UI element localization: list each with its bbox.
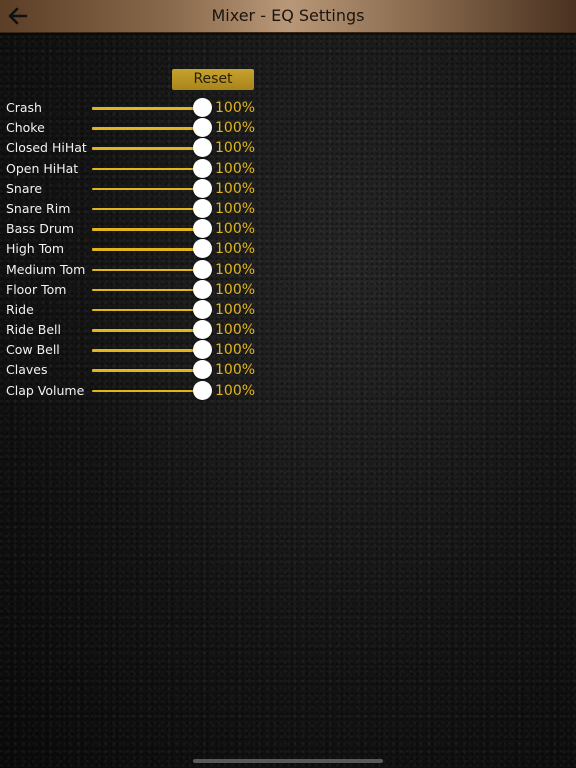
slider-thumb[interactable] <box>192 340 212 360</box>
channel-label: High Tom <box>6 241 65 257</box>
mixer-row-snare-rim: Snare Rim 100% <box>0 198 576 219</box>
mixer-row-closed-hihat: Closed HiHat 100% <box>0 138 576 158</box>
channel-label: Snare <box>6 180 43 196</box>
slider-track <box>92 369 202 372</box>
channel-label: Floor Tom <box>6 281 67 297</box>
channel-label: Snare Rim <box>6 200 71 216</box>
volume-value: 100% <box>215 362 256 379</box>
slider-thumb[interactable] <box>192 198 212 218</box>
volume-value: 100% <box>215 281 256 298</box>
channel-label: Open HiHat <box>6 160 79 176</box>
volume-slider-high-tom[interactable] <box>92 239 212 259</box>
volume-slider-clap-volume[interactable] <box>92 380 212 401</box>
volume-slider-snare-rim[interactable] <box>92 198 212 219</box>
volume-slider-floor-tom[interactable] <box>92 279 212 300</box>
volume-slider-snare[interactable] <box>92 178 212 199</box>
channel-label: Crash <box>6 100 42 115</box>
channel-label: Ride <box>6 301 34 317</box>
mixer-row-floor-tom: Floor Tom 100% <box>0 279 576 300</box>
slider-thumb[interactable] <box>192 320 212 340</box>
mixer-row-ride-bell: Ride Bell 100% <box>0 320 576 340</box>
volume-value: 100% <box>215 342 256 359</box>
channel-label: Cow Bell <box>6 342 60 358</box>
volume-slider-choke[interactable] <box>92 118 212 138</box>
slider-track <box>92 147 202 150</box>
channel-label: Clap Volume <box>6 382 85 398</box>
slider-track <box>92 308 202 312</box>
slider-track <box>92 187 202 191</box>
volume-value: 100% <box>215 221 256 238</box>
volume-value: 100% <box>215 241 256 258</box>
volume-slider-bass-drum[interactable] <box>92 219 212 239</box>
channel-label: Medium Tom <box>6 261 86 277</box>
slider-track <box>92 349 202 352</box>
volume-slider-medium-tom[interactable] <box>92 259 212 280</box>
mixer-row-open-hihat: Open HiHat 100% <box>0 158 576 179</box>
slider-track <box>92 268 202 271</box>
mixer-row-cow-bell: Cow Bell 100% <box>0 340 576 360</box>
slider-thumb[interactable] <box>192 259 212 279</box>
slider-thumb[interactable] <box>192 360 212 380</box>
page-title: Mixer - EQ Settings <box>211 6 365 25</box>
volume-slider-cow-bell[interactable] <box>92 340 212 360</box>
volume-value: 100% <box>215 140 256 157</box>
slider-thumb[interactable] <box>192 279 212 299</box>
back-button[interactable] <box>4 2 32 30</box>
mixer-row-ride: Ride 100% <box>0 299 576 320</box>
channel-label: Closed HiHat <box>6 140 87 156</box>
slider-thumb[interactable] <box>192 178 212 198</box>
volume-slider-open-hihat[interactable] <box>92 158 212 179</box>
volume-value: 100% <box>215 301 256 318</box>
slider-track <box>92 127 202 130</box>
volume-slider-ride[interactable] <box>92 299 212 320</box>
slider-track <box>92 288 202 292</box>
volume-value: 100% <box>215 322 256 339</box>
slider-track <box>92 329 202 332</box>
slider-thumb[interactable] <box>192 239 212 259</box>
slider-thumb[interactable] <box>192 380 212 400</box>
slider-track <box>92 167 202 171</box>
slider-thumb[interactable] <box>192 219 212 239</box>
volume-slider-claves[interactable] <box>92 360 212 380</box>
mixer-row-snare: Snare 100% <box>0 178 576 199</box>
slider-track <box>92 207 202 211</box>
mixer-channel-list: Crash 100% Choke 100% Closed HiHat 100% … <box>0 98 576 401</box>
mixer-row-crash: Crash 100% <box>0 98 576 118</box>
volume-value: 100% <box>215 200 256 217</box>
mixer-row-bass-drum: Bass Drum 100% <box>0 219 576 239</box>
mixer-row-clap-volume: Clap Volume 100% <box>0 380 576 401</box>
slider-track <box>92 107 202 110</box>
volume-value: 100% <box>215 160 256 177</box>
slider-thumb[interactable] <box>192 158 212 178</box>
mixer-row-medium-tom: Medium Tom 100% <box>0 259 576 280</box>
volume-slider-closed-hihat[interactable] <box>92 138 212 158</box>
mixer-row-claves: Claves 100% <box>0 360 576 380</box>
channel-label: Bass Drum <box>6 221 75 237</box>
channel-label: Claves <box>6 362 48 378</box>
volume-value: 100% <box>215 100 256 116</box>
channel-label: Ride Bell <box>6 322 61 338</box>
mixer-row-choke: Choke 100% <box>0 118 576 138</box>
volume-value: 100% <box>215 382 256 399</box>
volume-value: 100% <box>215 261 256 278</box>
mixer-row-high-tom: High Tom 100% <box>0 239 576 259</box>
arrow-left-icon <box>8 7 28 25</box>
slider-track <box>92 248 202 251</box>
volume-slider-ride-bell[interactable] <box>92 320 212 340</box>
slider-thumb[interactable] <box>192 138 212 158</box>
slider-thumb[interactable] <box>192 98 212 117</box>
home-indicator[interactable] <box>193 759 383 763</box>
volume-value: 100% <box>215 180 256 197</box>
reset-button[interactable]: Reset <box>172 69 254 90</box>
volume-slider-crash[interactable] <box>92 98 212 118</box>
volume-value: 100% <box>215 120 256 137</box>
slider-thumb[interactable] <box>192 299 212 319</box>
channel-label: Choke <box>6 120 45 136</box>
slider-track <box>92 228 202 231</box>
slider-thumb[interactable] <box>192 118 212 138</box>
header-bar: Mixer - EQ Settings <box>0 0 576 33</box>
slider-track <box>92 389 202 393</box>
